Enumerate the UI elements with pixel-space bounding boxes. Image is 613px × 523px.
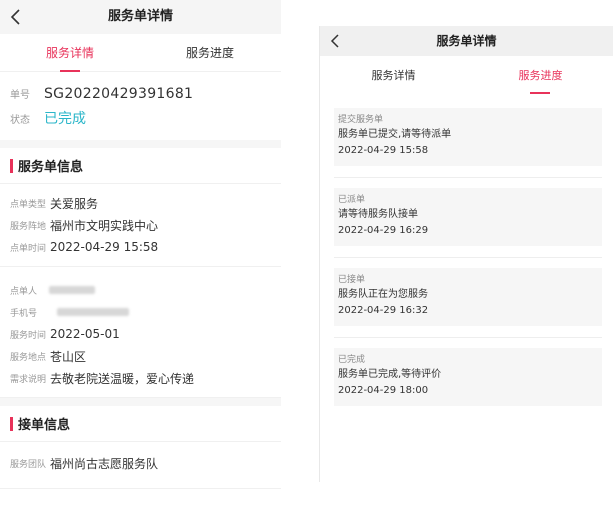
- timeline-status: 已接单: [338, 275, 366, 285]
- info-key: 点单人: [10, 286, 38, 297]
- info-value: 去敬老院送温暖，爱心传递: [50, 371, 195, 386]
- info-row: 需求说明 去敬老院送温暖，爱心传递: [10, 367, 271, 389]
- info-value: 福州市文明实践中心: [50, 218, 159, 233]
- section-title: 接单信息: [18, 418, 71, 433]
- timeline-message: 服务单已完成,等待评价: [338, 369, 442, 380]
- section-header-accept-info: 接单信息: [0, 406, 281, 442]
- timeline-time: 2022-04-29 16:32: [338, 305, 429, 316]
- tab-bar: 服务详情 服务进度: [0, 34, 281, 72]
- info-value: 关爱服务: [50, 196, 99, 211]
- tab-label: 服务详情: [371, 69, 416, 82]
- tab-service-detail[interactable]: 服务详情: [320, 56, 467, 96]
- section-header-service-info: 服务单信息: [0, 148, 281, 184]
- info-value: 福州尚古志愿服务队: [50, 456, 159, 471]
- status-label: 状态: [10, 115, 30, 126]
- tab-service-progress[interactable]: 服务进度: [140, 34, 280, 72]
- timeline-message: 服务单已提交,请等待派单: [338, 129, 452, 140]
- nav-header: 服务单详情: [320, 26, 613, 56]
- info-value: 2022-04-29 15:58: [50, 240, 159, 254]
- status-badge: 已完成: [44, 111, 86, 127]
- screen: 服务单详情 服务详情 服务进度 单号 SG20220429391681 状态 已…: [0, 0, 613, 523]
- service-info-group-2: 点单人 手机号 服务时间 2022-05-01 服务地点 苍山区 需求说明 去敬…: [0, 267, 281, 398]
- tab-label: 服务进度: [518, 69, 563, 82]
- order-summary: 单号 SG20220429391681 状态 已完成: [0, 72, 281, 148]
- divider: [334, 337, 602, 338]
- tab-service-progress[interactable]: 服务进度: [467, 56, 613, 96]
- redacted-name: [49, 286, 96, 294]
- tab-bar: 服务详情 服务进度: [320, 56, 613, 96]
- tab-label: 服务详情: [45, 46, 94, 60]
- timeline-status: 已派单: [338, 195, 366, 205]
- timeline-item: 已派单 请等待服务队接单 2022-04-29 16:29: [334, 188, 602, 258]
- tab-service-detail[interactable]: 服务详情: [0, 34, 140, 72]
- info-key: 服务时间: [10, 330, 47, 341]
- redacted-phone: [57, 308, 130, 316]
- tab-active-indicator: [60, 70, 80, 72]
- section-title: 服务单信息: [18, 160, 84, 175]
- tab-active-indicator: [530, 92, 550, 94]
- section-accent-bar: [10, 416, 13, 431]
- timeline-item: 提交服务单 服务单已提交,请等待派单 2022-04-29 15:58: [334, 108, 602, 178]
- timeline-time: 2022-04-29 18:00: [338, 385, 429, 396]
- info-row: 点单时间 2022-04-29 15:58: [10, 236, 271, 258]
- info-key: 服务阵地: [10, 221, 47, 232]
- progress-panel: 服务单详情 服务详情 服务进度 提交服务单 服务单已提交,请等待派单 2022-…: [319, 26, 613, 482]
- timeline-time: 2022-04-29 15:58: [338, 145, 429, 156]
- timeline-message: 服务队正在为您服务: [338, 289, 428, 300]
- section-spacer: [0, 398, 281, 406]
- timeline-item: 已完成 服务单已完成,等待评价 2022-04-29 18:00: [334, 348, 602, 406]
- info-key: 点单时间: [10, 243, 47, 254]
- accept-info-group: 服务团队 福州尚古志愿服务队: [0, 442, 281, 489]
- timeline-status: 提交服务单: [338, 115, 384, 125]
- timeline-status: 已完成: [338, 355, 366, 365]
- info-value: 2022-05-01: [50, 327, 120, 341]
- timeline-item: 已接单 服务队正在为您服务 2022-04-29 16:32: [334, 268, 602, 338]
- nav-header: 服务单详情: [0, 0, 281, 34]
- info-row: 手机号: [10, 301, 271, 323]
- info-row: 服务团队 福州尚古志愿服务队: [10, 452, 271, 474]
- divider: [334, 257, 602, 258]
- detail-panel: 服务单详情 服务详情 服务进度 单号 SG20220429391681 状态 已…: [0, 0, 281, 523]
- progress-timeline: 提交服务单 服务单已提交,请等待派单 2022-04-29 15:58 已派单 …: [320, 96, 613, 406]
- info-row: 服务阵地 福州市文明实践中心: [10, 214, 271, 236]
- info-key: 服务地点: [10, 352, 47, 363]
- timeline-message: 请等待服务队接单: [338, 209, 418, 220]
- section-accent-bar: [10, 158, 13, 173]
- info-key: 需求说明: [10, 374, 47, 385]
- page-title: 服务单详情: [107, 9, 173, 24]
- info-value: 苍山区: [50, 349, 87, 364]
- info-row: 服务时间 2022-05-01: [10, 323, 271, 345]
- service-info-group-1: 点单类型 关爱服务 服务阵地 福州市文明实践中心 点单时间 2022-04-29…: [0, 184, 281, 267]
- info-key: 服务团队: [10, 459, 47, 470]
- divider: [334, 177, 602, 178]
- order-no-value: SG20220429391681: [44, 86, 194, 102]
- info-row: 点单人: [10, 279, 271, 301]
- info-row: 服务地点 苍山区: [10, 345, 271, 367]
- info-key: 手机号: [10, 308, 38, 319]
- page-title: 服务单详情: [436, 34, 497, 48]
- timeline-time: 2022-04-29 16:29: [338, 225, 429, 236]
- order-no-label: 单号: [10, 90, 30, 101]
- tab-label: 服务进度: [185, 46, 234, 60]
- info-key: 点单类型: [10, 199, 47, 210]
- info-row: 点单类型 关爱服务: [10, 192, 271, 214]
